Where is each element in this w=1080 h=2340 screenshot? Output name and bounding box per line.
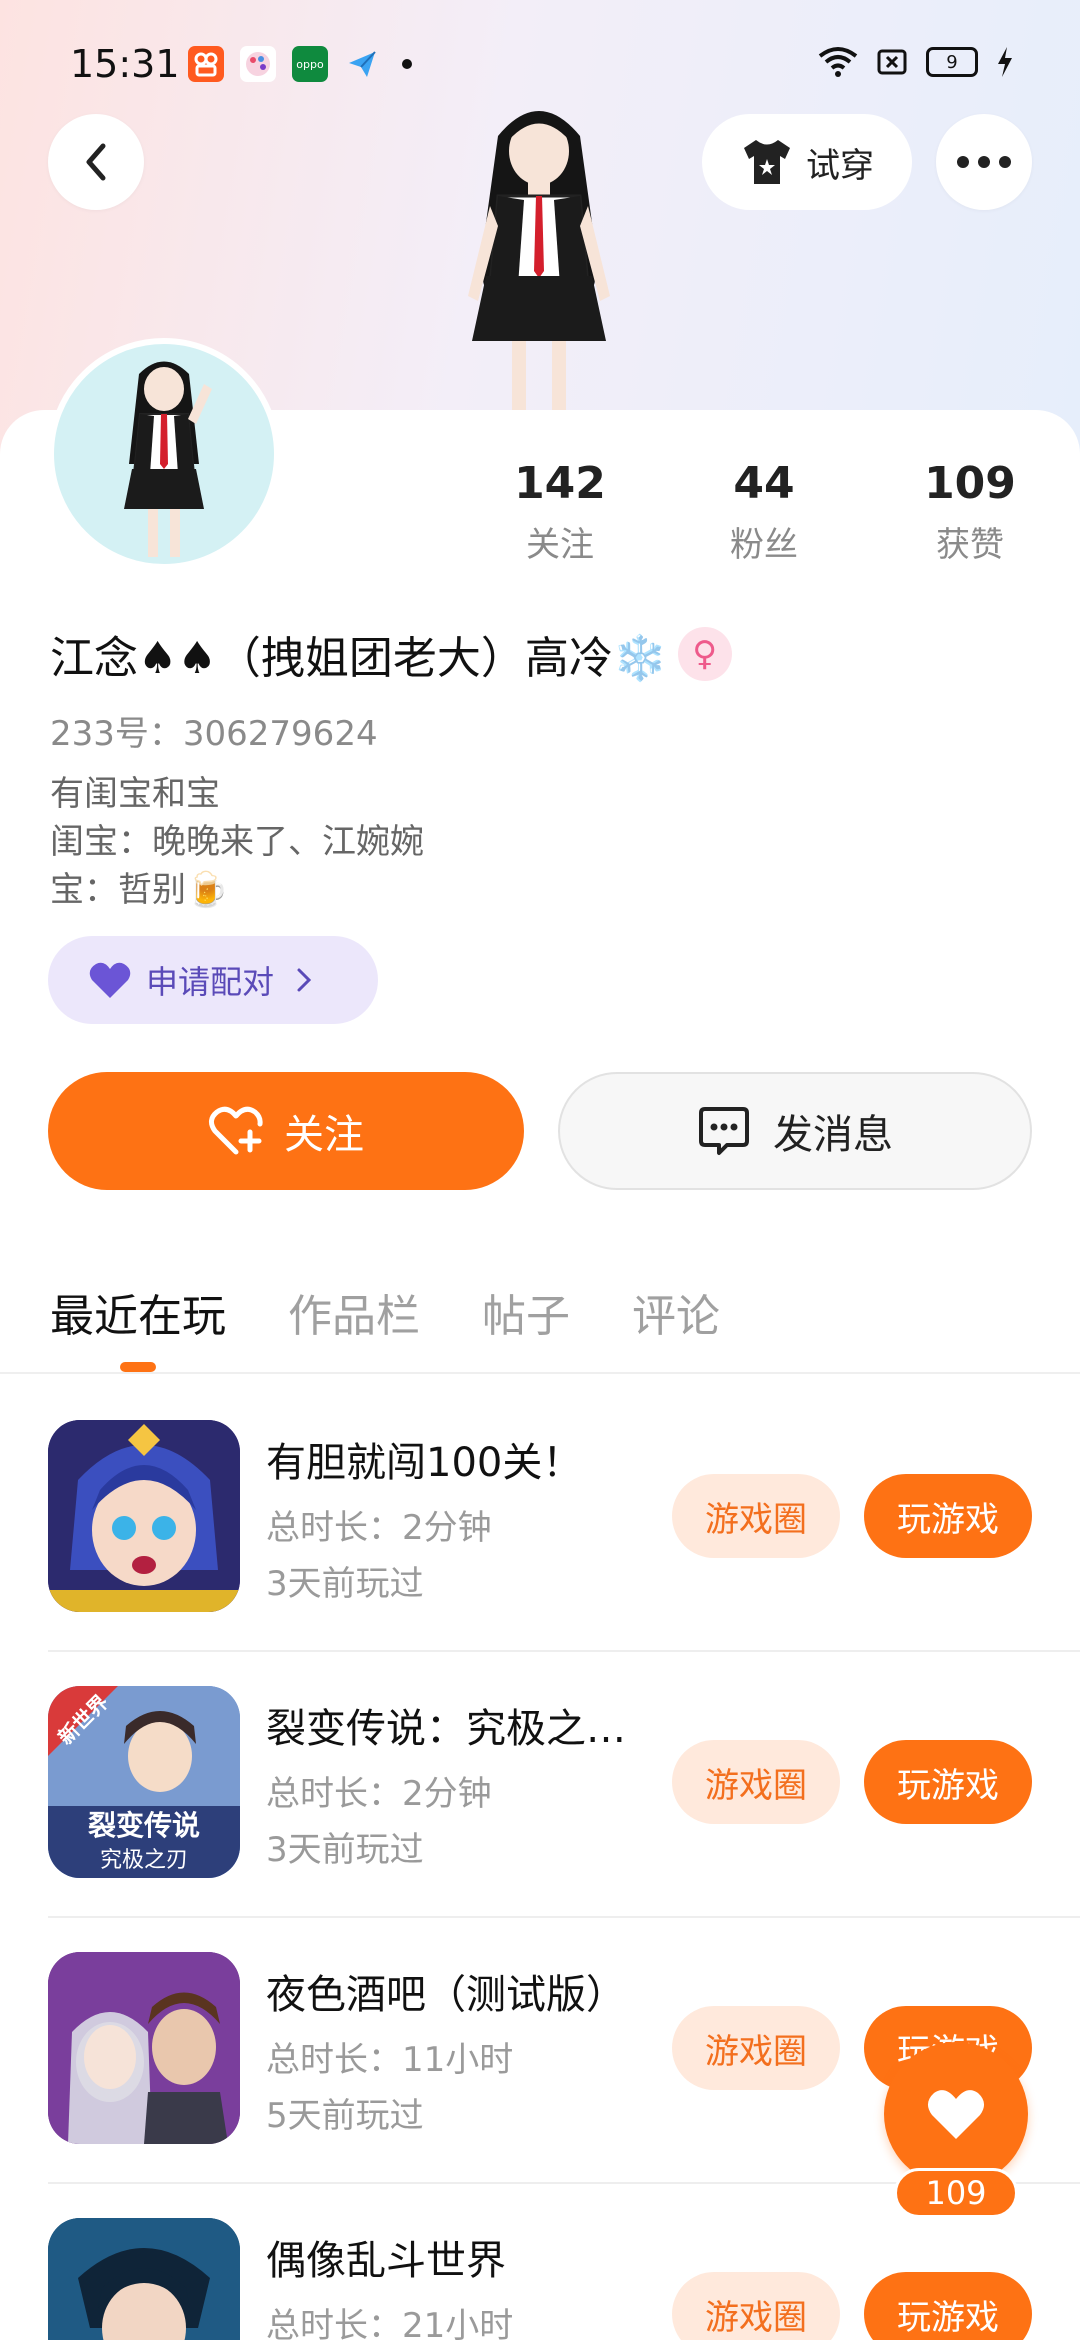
oppo-app-icon: oppo	[292, 46, 328, 82]
apply-pair-button[interactable]: 申请配对	[48, 936, 378, 1024]
more-dots-icon	[957, 156, 1011, 168]
heart-icon	[927, 2090, 985, 2139]
active-tab-indicator	[120, 1362, 156, 1372]
tab-works[interactable]: 作品栏	[288, 1280, 420, 1344]
tab-recently-played[interactable]: 最近在玩	[50, 1280, 226, 1344]
play-game-button[interactable]: 玩游戏	[864, 1474, 1032, 1558]
game-duration: 总时长：2分钟	[266, 1774, 492, 1814]
game-last-played: 3天前玩过	[266, 1830, 424, 1870]
chat-bubble-icon	[699, 1107, 749, 1155]
list-item[interactable]: 新世界 裂变传说 究极之刃 裂变传说：究极之… 总时长：2分钟 3天前玩过 游戏…	[0, 1686, 1080, 1952]
avatar-character-illustration	[468, 111, 610, 411]
no-sim-icon	[877, 49, 907, 75]
game-thumbnail[interactable]: 新世界 裂变传说 究极之刃	[48, 1686, 240, 1878]
follow-label: 关注	[284, 1112, 364, 1158]
game-title: 偶像乱斗世界	[266, 2238, 506, 2284]
game-circle-button[interactable]: 游戏圈	[672, 1474, 840, 1558]
play-game-button[interactable]: 玩游戏	[864, 1740, 1032, 1824]
game-last-played: 3天前玩过	[266, 1564, 424, 1604]
send-message-label: 发消息	[773, 1112, 893, 1158]
profile-uid[interactable]: 233号：306279624	[50, 706, 378, 755]
back-button[interactable]	[48, 114, 144, 210]
heart-add-icon	[209, 1106, 263, 1155]
tab-comments[interactable]: 评论	[632, 1280, 720, 1344]
notification-dot	[402, 59, 412, 69]
game-title: 有胆就闯100关！	[266, 1440, 583, 1486]
more-button[interactable]	[936, 114, 1032, 210]
game-thumbnail[interactable]	[48, 1952, 240, 2144]
try-on-label: 试穿	[806, 145, 874, 186]
stat-fans-value: 44	[733, 458, 795, 509]
heart-icon	[89, 962, 131, 998]
game-circle-button[interactable]: 游戏圈	[672, 2272, 840, 2340]
list-divider	[48, 1650, 1080, 1652]
bio-line: 宝：哲别🍺	[50, 870, 229, 910]
send-app-icon	[344, 46, 380, 82]
list-item[interactable]: 偶像乱斗世界 总时长：21小时 游戏圈 玩游戏	[0, 2218, 1080, 2340]
game-cover-icon	[48, 1952, 240, 2144]
follow-button[interactable]: 关注	[48, 1072, 524, 1190]
status-system-icons: 9	[818, 46, 1014, 78]
charging-icon	[998, 47, 1012, 77]
game-cover-icon	[48, 2218, 240, 2340]
list-item[interactable]: 有胆就闯100关！ 总时长：2分钟 3天前玩过 游戏圈 玩游戏	[0, 1420, 1080, 1686]
game-circle-button[interactable]: 游戏圈	[672, 1740, 840, 1824]
female-gender-icon: ♀	[677, 627, 732, 681]
send-message-button[interactable]: 发消息	[558, 1072, 1032, 1190]
like-profile-button[interactable]	[884, 2042, 1028, 2186]
game-thumb-subtitle: 究极之刃	[99, 1848, 188, 1873]
paint-app-icon	[240, 46, 276, 82]
play-game-button[interactable]: 玩游戏	[864, 2272, 1032, 2340]
profile-name: 江念♠♠（拽姐团老大）高冷❄️	[50, 633, 668, 684]
game-title: 裂变传说：究极之…	[266, 1706, 626, 1752]
profile-name-row: 江念♠♠（拽姐团老大）高冷❄️ ♀	[50, 622, 732, 686]
list-divider	[48, 1916, 1080, 1918]
stat-following-value: 142	[514, 458, 606, 509]
game-duration: 总时长：2分钟	[266, 1508, 492, 1548]
tabs-divider	[0, 1372, 1080, 1374]
game-last-played: 5天前玩过	[266, 2096, 424, 2136]
game-thumbnail[interactable]	[48, 2218, 240, 2340]
stat-fans-label: 粉丝	[730, 525, 798, 565]
profile-tabs: 最近在玩 作品栏 帖子 评论	[50, 1280, 782, 1344]
battery-indicator: 9	[926, 47, 978, 77]
stat-likes[interactable]: 109 获赞	[890, 458, 1050, 566]
game-duration: 总时长：21小时	[266, 2306, 514, 2340]
avatar-character-icon	[124, 361, 212, 557]
status-app-icons: oppo	[188, 46, 412, 82]
like-count-badge: 109	[894, 2168, 1018, 2218]
tab-posts[interactable]: 帖子	[482, 1280, 570, 1344]
bio-line: 闺宝：晚晚来了、江婉婉	[50, 822, 424, 862]
game-cover-icon	[48, 1420, 240, 1612]
stat-fans[interactable]: 44 粉丝	[684, 458, 844, 566]
game-thumbnail[interactable]	[48, 1420, 240, 1612]
chevron-left-icon	[86, 143, 106, 181]
stat-likes-value: 109	[924, 458, 1016, 509]
game-duration: 总时长：11小时	[266, 2040, 514, 2080]
kuaishou-app-icon	[188, 46, 224, 82]
status-time: 15:31	[70, 42, 180, 86]
game-circle-button[interactable]: 游戏圈	[672, 2006, 840, 2090]
avatar[interactable]	[48, 338, 280, 570]
chevron-right-icon	[297, 968, 312, 992]
wifi-icon	[818, 47, 858, 77]
profile-stats: 142 关注 44 粉丝 109 获赞	[480, 458, 1080, 578]
game-title: 夜色酒吧（测试版）	[266, 1972, 626, 2018]
stat-following[interactable]: 142 关注	[480, 458, 640, 566]
bio-line: 有闺宝和宝	[50, 774, 220, 814]
try-on-button[interactable]: 试穿	[702, 114, 912, 210]
game-thumb-title: 裂变传说	[87, 1809, 200, 1842]
apply-pair-label: 申请配对	[146, 963, 275, 1001]
tshirt-icon	[744, 140, 790, 184]
profile-bio: 有闺宝和宝 闺宝：晚晚来了、江婉婉 宝：哲别🍺	[50, 770, 424, 914]
stat-following-label: 关注	[526, 525, 594, 565]
stat-likes-label: 获赞	[936, 525, 1004, 565]
